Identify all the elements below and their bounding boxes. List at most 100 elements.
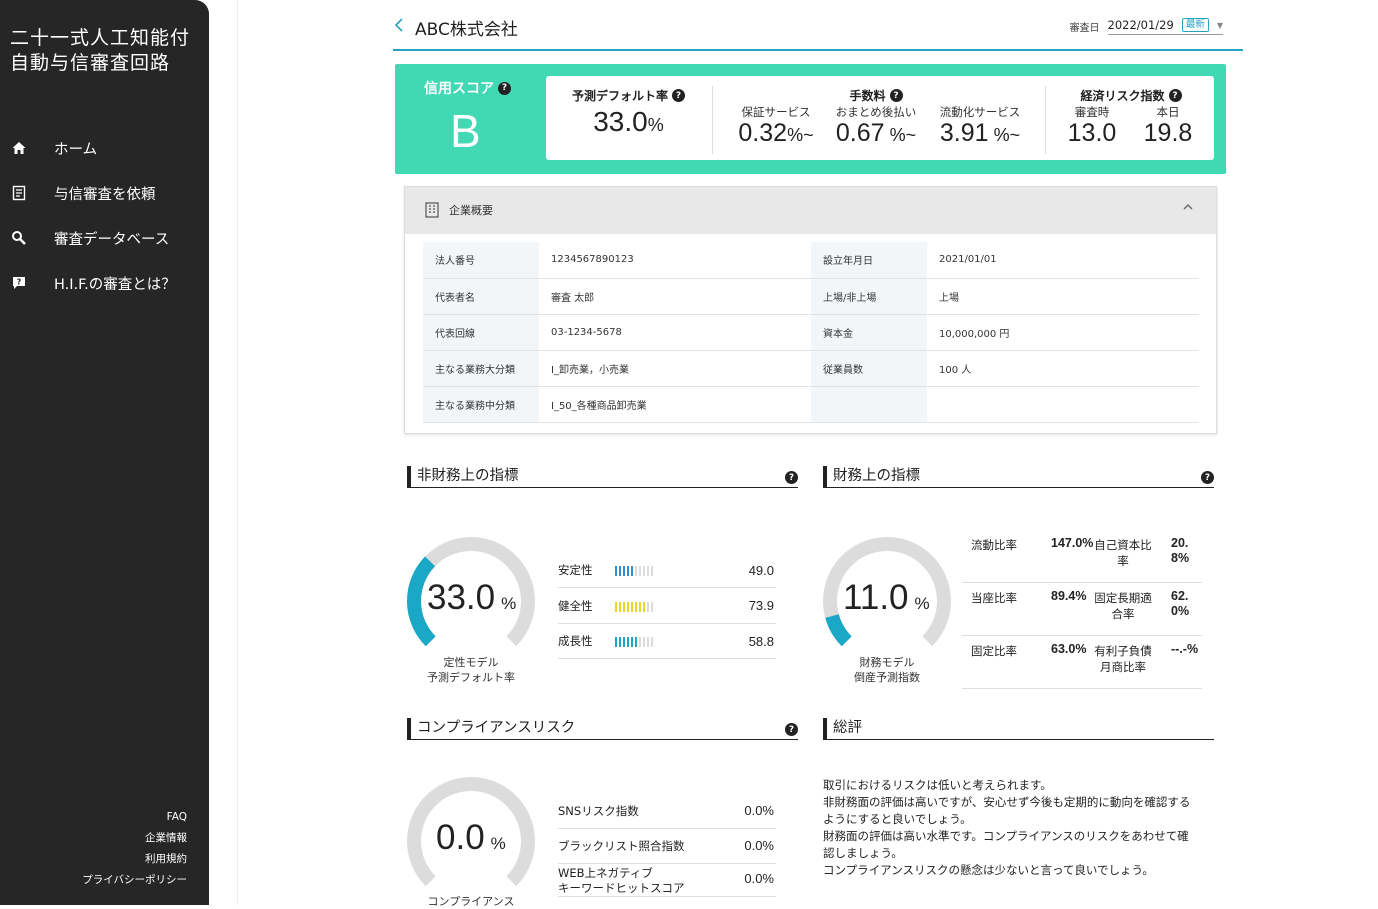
info-value: 10,000,000 円 <box>927 314 1199 351</box>
info-value: 100 人 <box>927 350 1199 387</box>
info-value: 審査 太郎 <box>539 278 811 315</box>
info-label: 上場/非上場 <box>811 278 927 315</box>
latest-badge: 最新 <box>1181 18 1209 32</box>
metric-label: 健全性 <box>558 598 593 613</box>
economic-risk-section: 経済リスク指数? 審査時 13.0 本日 19.8 <box>1051 76 1211 160</box>
divider <box>1045 86 1046 154</box>
metric-bar-segment <box>651 601 653 612</box>
metric-value: 58.8 <box>748 633 774 649</box>
summary-line: コンプライアンスリスクの懸念は少ないと言って良いでしょう。 <box>823 863 1154 877</box>
nav-item-request[interactable]: 与信審査を依頼 <box>0 177 209 209</box>
nav-item-label: 与信審査を依頼 <box>54 186 156 203</box>
help-icon[interactable]: ? <box>1201 471 1214 484</box>
metric-bar-segment <box>623 566 625 576</box>
nav-item-label: ホーム <box>54 141 98 158</box>
credit-score-block: 信用スコア ? B <box>395 64 545 174</box>
ratio-label: 当座比率 <box>971 591 1017 605</box>
metric-bar-segment <box>643 637 645 647</box>
metric-bar-segment <box>623 601 625 612</box>
metric-bar-segment <box>619 566 621 576</box>
sidebar: 二十一式人工知能付 自動与信審査回路 ホーム 与信審査を依頼 審査データベース ?… <box>0 0 209 905</box>
company-overview-title: 企業概要 <box>449 204 493 217</box>
predicted-default-section: 予測デフォルト率? 33.0% <box>546 76 711 160</box>
info-label: 主なる業務大分類 <box>423 350 539 387</box>
financial-ratio-row: 当座比率 89.4% 固定長期適合率 62.0% <box>962 583 1202 636</box>
review-date-label: 審査日 <box>1069 23 1100 34</box>
help-icon[interactable]: ? <box>1168 89 1182 102</box>
info-value <box>927 386 1199 423</box>
help-icon[interactable]: ? <box>672 89 685 102</box>
company-overview-panel: 企業概要 法人番号 1234567890123 設立年月日 2021/01/01 代表者… <box>404 186 1217 434</box>
compliance-metric-label: WEB上ネガティブ キーワードヒットスコア <box>558 866 685 895</box>
help-icon[interactable]: ? <box>785 471 798 484</box>
info-label: 代表回線 <box>423 314 539 351</box>
metric-bar-segment <box>631 601 633 612</box>
footer-link-company[interactable]: 企業情報 <box>82 828 187 849</box>
help-icon[interactable]: ? <box>785 723 798 736</box>
back-chevron-icon[interactable] <box>393 15 407 35</box>
metric-label: 安定性 <box>558 563 593 577</box>
metric-value: 49.0 <box>748 562 774 578</box>
metric-level-bar <box>615 637 653 647</box>
metric-bar-segment <box>651 637 653 647</box>
nav-item-home[interactable]: ホーム <box>0 132 209 164</box>
fee-title: 手数料? <box>716 87 1036 104</box>
compliance-metric-label: SNSリスク指数 <box>558 804 639 818</box>
metric-bar-segment <box>635 637 637 647</box>
company-overview-header[interactable]: 企業概要 <box>405 187 1216 234</box>
metric-row: 成長性 58.8 <box>558 624 776 659</box>
footer-link-privacy[interactable]: プライバシーポリシー <box>82 870 187 891</box>
app-logo[interactable]: 二十一式人工知能付 自動与信審査回路 <box>10 26 190 76</box>
chevron-up-icon[interactable] <box>1182 201 1194 216</box>
review-date-select[interactable]: 2022/01/29 最新 ▼ <box>1107 18 1223 35</box>
compliance-metric-value: 0.0% <box>744 871 774 886</box>
info-label: 主なる業務中分類 <box>423 386 539 423</box>
dropdown-caret-icon: ▼ <box>1216 20 1223 30</box>
predicted-default-title: 予測デフォルト率? <box>546 87 711 104</box>
metric-label: 成長性 <box>558 634 593 648</box>
summary-line: 認しましょう。 <box>823 846 903 860</box>
metric-bar-segment <box>615 637 617 647</box>
footer-link-terms[interactable]: 利用規約 <box>82 849 187 870</box>
ratio-label: 有利子負債月商比率 <box>1094 644 1152 674</box>
metric-bar-segment <box>647 637 649 647</box>
info-table-row: 代表回線 03-1234-5678 資本金 10,000,000 円 <box>423 314 1199 351</box>
review-date-box: 審査日 2022/01/29 最新 ▼ <box>1070 18 1223 35</box>
footer-link-faq[interactable]: FAQ <box>82 807 187 828</box>
compliance-metric-row: WEB上ネガティブ キーワードヒットスコア 0.0% <box>558 863 776 897</box>
content-divider <box>237 0 238 905</box>
nav-item-label: H.I.F.の審査とは？ <box>54 276 176 293</box>
metric-level-bar <box>615 601 653 612</box>
footer-links: FAQ 企業情報 利用規約 プライバシーポリシー <box>82 807 187 891</box>
help-chat-icon: ? <box>10 274 28 292</box>
info-label: 法人番号 <box>423 242 539 279</box>
metric-bar-segment <box>639 566 641 576</box>
metric-bar-segment <box>643 601 645 612</box>
metric-bar-segment <box>627 601 629 612</box>
metric-bar-segment <box>639 601 641 612</box>
document-icon <box>10 184 28 202</box>
help-icon[interactable]: ? <box>498 81 511 95</box>
info-label: 設立年月日 <box>811 242 927 279</box>
financial-ratio-row: 流動比率 147.0% 自己資本比率 20.8% <box>962 530 1202 583</box>
financial-gauge-caption: 財務モデル 倒産予測指数 <box>854 656 920 684</box>
fee-liquidity: 流動化サービス 3.91 %~ <box>939 105 1021 147</box>
info-label: 従業員数 <box>811 350 927 387</box>
metric-bar-segment <box>639 637 641 647</box>
metric-bar-segment <box>615 601 617 612</box>
nav-item-label: 審査データベース <box>54 231 170 248</box>
nav-item-about[interactable]: ? H.I.F.の審査とは？ <box>0 267 209 299</box>
nav-item-database[interactable]: 審査データベース <box>0 222 209 254</box>
help-icon[interactable]: ? <box>889 89 903 102</box>
building-icon <box>425 202 439 222</box>
metric-value: 73.9 <box>748 598 774 613</box>
metric-bar-segment <box>619 601 621 612</box>
search-icon <box>10 229 28 247</box>
ratio-label: 固定比率 <box>971 644 1017 658</box>
company-info-table: 法人番号 1234567890123 設立年月日 2021/01/01 代表者名 審査 太… <box>423 242 1199 423</box>
info-value: 03-1234-5678 <box>539 314 811 351</box>
risk-today: 本日 19.8 <box>1143 105 1193 147</box>
compliance-metric-value: 0.0% <box>744 838 774 853</box>
metric-row: 安定性 49.0 <box>558 553 776 588</box>
ratio-value: 89.4% <box>1051 589 1087 603</box>
